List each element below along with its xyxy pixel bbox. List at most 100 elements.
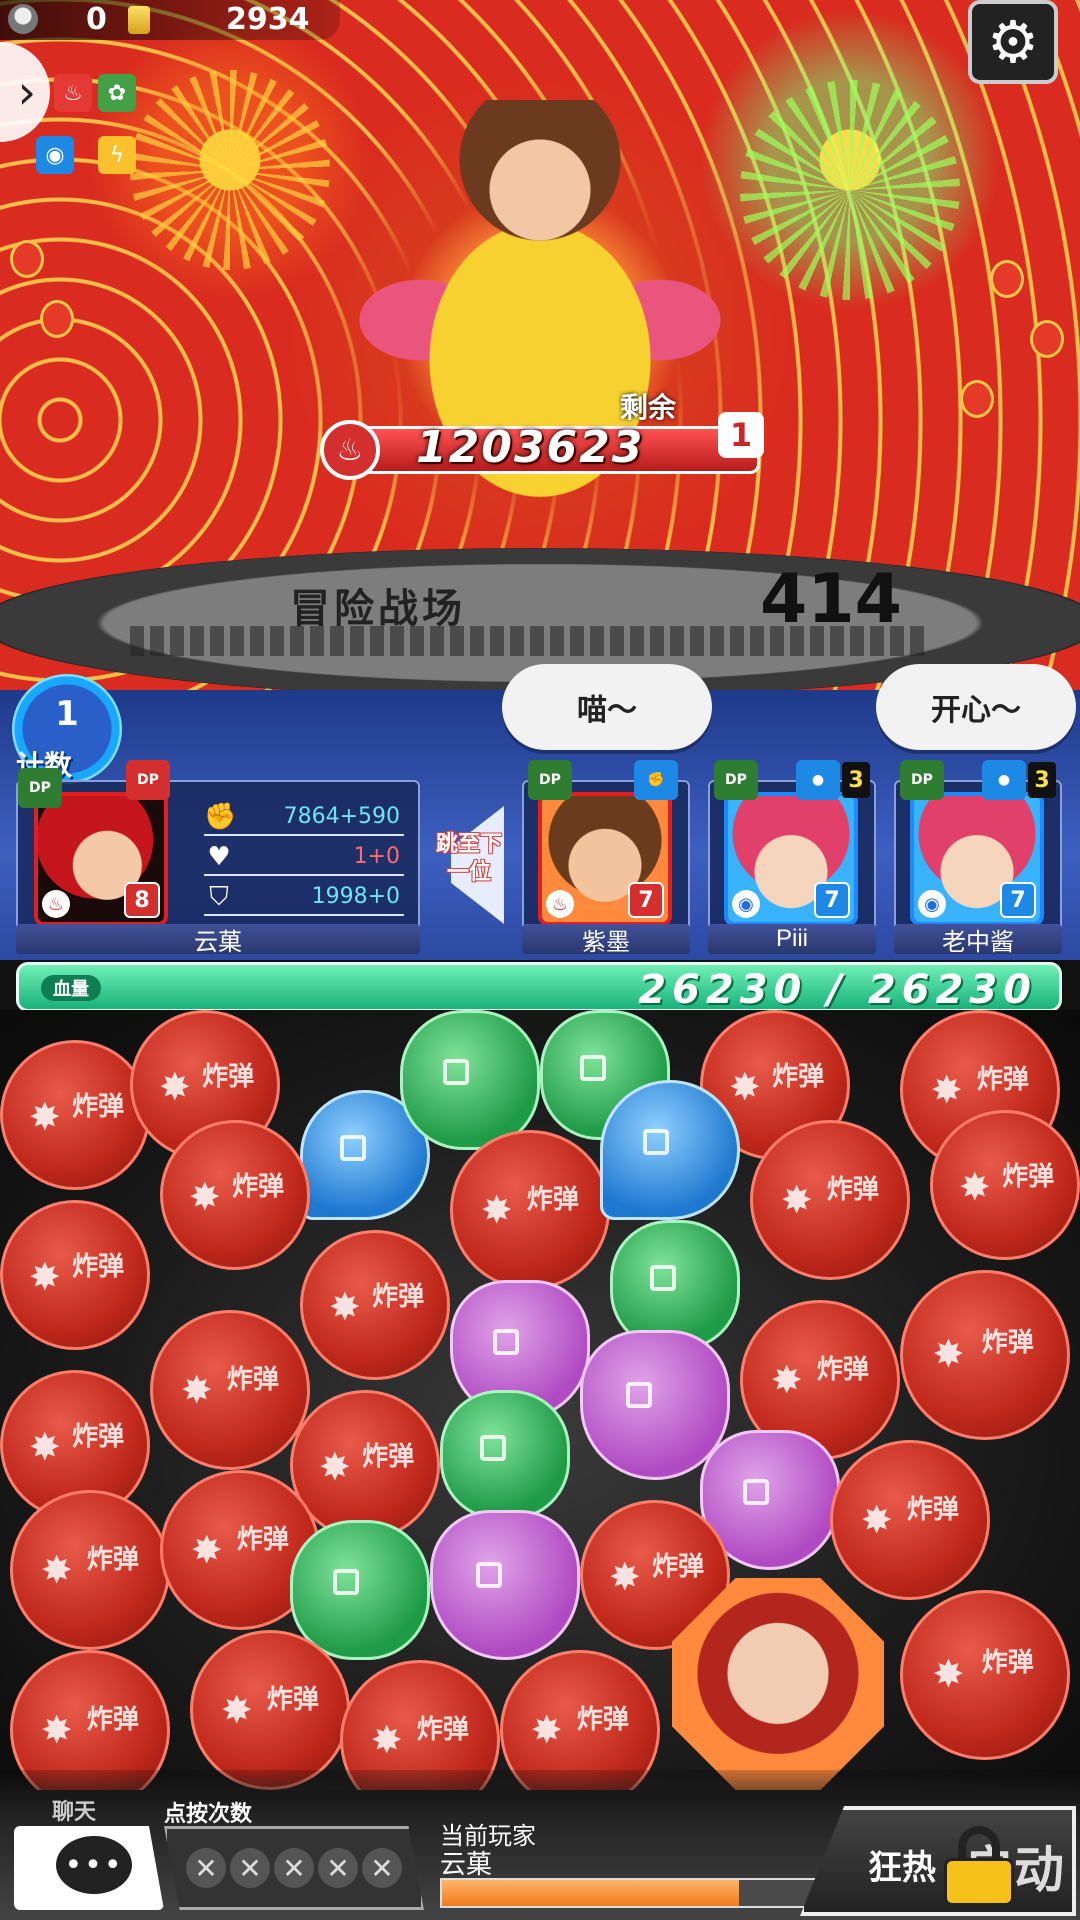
jump-next-label[interactable]: 跳至下一位	[436, 830, 502, 886]
settings-button[interactable]: ⚙	[968, 0, 1058, 84]
burst-icon: ✸	[770, 1358, 803, 1403]
hp-label: 血量	[41, 975, 101, 1001]
level-badge: 7	[1000, 882, 1036, 918]
fire-element-icon: ♨	[320, 420, 380, 480]
boss-remaining-label: 剩余	[620, 392, 677, 423]
bomb-label: 炸弹	[816, 1354, 869, 1385]
club-orb[interactable]	[290, 1520, 430, 1660]
firework-decoration	[740, 80, 960, 300]
chat-label: 聊天	[52, 1799, 97, 1824]
burst-icon: ✸	[930, 1068, 963, 1113]
drop-orb[interactable]	[600, 1080, 740, 1220]
bomb-orb[interactable]: ✸ 炸弹	[0, 1040, 150, 1190]
lantern-decoration	[1030, 320, 1064, 358]
team-hp-bar: 血量 26230 / 26230	[16, 962, 1062, 1013]
burst-icon: ✸	[318, 1444, 351, 1489]
leader-portrait[interactable]: ♨ 8	[34, 792, 168, 926]
turn-timer-fill	[442, 1880, 739, 1906]
bomb-orb[interactable]: ✸ 炸弹	[830, 1440, 990, 1600]
fist-icon: ✊	[204, 802, 237, 832]
member-portrait[interactable]: ◉ 7	[724, 792, 858, 926]
bomb-label: 炸弹	[86, 1704, 139, 1735]
burst-icon: ✸	[220, 1688, 253, 1733]
avatar-icon[interactable]	[8, 4, 38, 34]
bomb-orb[interactable]: ✸ 炸弹	[150, 1310, 310, 1470]
burst-icon: ✸	[780, 1178, 813, 1223]
bomb-label: 炸弹	[976, 1064, 1029, 1095]
bomb-orb[interactable]: ✸ 炸弹	[10, 1490, 170, 1650]
gold-amount: 2934	[226, 2, 310, 37]
burst-icon: ✸	[860, 1498, 893, 1543]
level-badge: 7	[628, 882, 664, 918]
member-name: 紫墨	[522, 924, 690, 956]
dp-tag: DP	[18, 768, 62, 808]
club-orb[interactable]	[440, 1390, 570, 1520]
heart-orb[interactable]	[430, 1510, 580, 1660]
bomb-orb[interactable]: ✸ 炸弹	[450, 1130, 610, 1290]
bomb-label: 炸弹	[981, 1647, 1034, 1678]
fire-element-icon: ♨	[42, 890, 70, 918]
dp-tag: DP	[126, 760, 170, 800]
top-hud: 0 2934	[0, 0, 340, 40]
puzzle-board[interactable]: ✸ 炸弹 ✸ 炸弹 ✸ 炸弹 ✸ 炸弹 ✸ 炸弹 ✸ 炸弹 ✸ 炸弹 ✸ 炸弹 ✸ 炸弹 ✸ 炸弹 ✸ 炸弹 ✸ 炸弹 ✸ 炸弹 ✸…	[0, 1010, 1080, 1790]
bomb-label: 炸弹	[86, 1544, 139, 1575]
bomb-orb[interactable]: ✸ 炸弹	[10, 1650, 170, 1790]
bomb-label: 炸弹	[652, 1551, 705, 1582]
fever-label: 狂热	[868, 1849, 936, 1887]
chevron-right-icon: ›	[17, 65, 36, 119]
defense-value: 1998+0	[311, 884, 400, 909]
bomb-orb[interactable]: ✸ 炸弹	[900, 1590, 1070, 1760]
dp-tag: DP	[528, 760, 572, 800]
bomb-orb[interactable]: ✸ 炸弹	[750, 1120, 910, 1280]
bomb-orb[interactable]: ✸ 炸弹	[300, 1230, 450, 1380]
member-name: Piii	[708, 924, 876, 954]
bomb-label: 炸弹	[372, 1281, 425, 1312]
hp-value: 26230 / 26230	[638, 967, 1037, 1013]
leader-name: 云菓	[16, 924, 420, 956]
bomb-label: 炸弹	[826, 1174, 879, 1205]
burst-icon: ✸	[328, 1284, 361, 1329]
heart-icon: ♥	[207, 842, 231, 872]
skill-icon: ●	[796, 760, 840, 800]
turn-timer-bar	[440, 1878, 840, 1908]
bomb-label: 炸弹	[72, 1421, 125, 1452]
bomb-orb[interactable]: ✸ 炸弹	[930, 1110, 1080, 1260]
member-name: 老中酱	[894, 924, 1062, 956]
firework-decoration	[130, 70, 330, 270]
attack-up-icon: ✊	[634, 760, 678, 800]
bomb-label: 炸弹	[526, 1184, 579, 1215]
burst-icon: ✸	[40, 1548, 73, 1593]
skill-icon: ●	[982, 760, 1026, 800]
square-icon	[643, 1128, 670, 1155]
bomb-label: 炸弹	[576, 1704, 629, 1735]
square-icon	[493, 1328, 520, 1355]
fever-button[interactable]: 狂热 启动	[800, 1806, 1076, 1916]
square-icon	[333, 1568, 360, 1595]
water-element-icon: ◉	[732, 890, 760, 918]
chat-button[interactable]: •••	[14, 1826, 164, 1910]
burst-icon: ✸	[728, 1064, 761, 1109]
burst-icon: ✸	[28, 1254, 61, 1299]
dp-tag: DP	[900, 760, 944, 800]
bomb-label: 炸弹	[266, 1684, 319, 1715]
bomb-orb[interactable]: ✸ 炸弹	[160, 1120, 310, 1270]
bomb-label: 炸弹	[906, 1494, 959, 1525]
member-portrait[interactable]: ♨ 7	[538, 792, 672, 926]
tap-slot: ✕	[362, 1848, 402, 1888]
burst-icon: ✸	[188, 1174, 221, 1219]
bomb-orb[interactable]: ✸ 炸弹	[0, 1200, 150, 1350]
bomb-orb[interactable]: ✸ 炸弹	[900, 1270, 1070, 1440]
bomb-orb[interactable]: ✸ 炸弹	[500, 1650, 660, 1790]
current-player-token	[672, 1578, 884, 1790]
fire-element-icon: ♨	[546, 890, 574, 918]
lightning-icon: ϟ	[98, 136, 136, 174]
club-orb[interactable]	[400, 1010, 540, 1150]
speech-bubble: 开心～	[876, 664, 1076, 750]
water-element-icon: ◉	[918, 890, 946, 918]
dp-tag: DP	[714, 760, 758, 800]
tap-slot: ✕	[186, 1848, 226, 1888]
burst-icon: ✸	[932, 1332, 965, 1377]
bomb-orb[interactable]: ✸ 炸弹	[190, 1630, 350, 1790]
current-player-name: 云菓	[440, 1849, 493, 1879]
member-portrait[interactable]: ◉ 7	[910, 792, 1044, 926]
